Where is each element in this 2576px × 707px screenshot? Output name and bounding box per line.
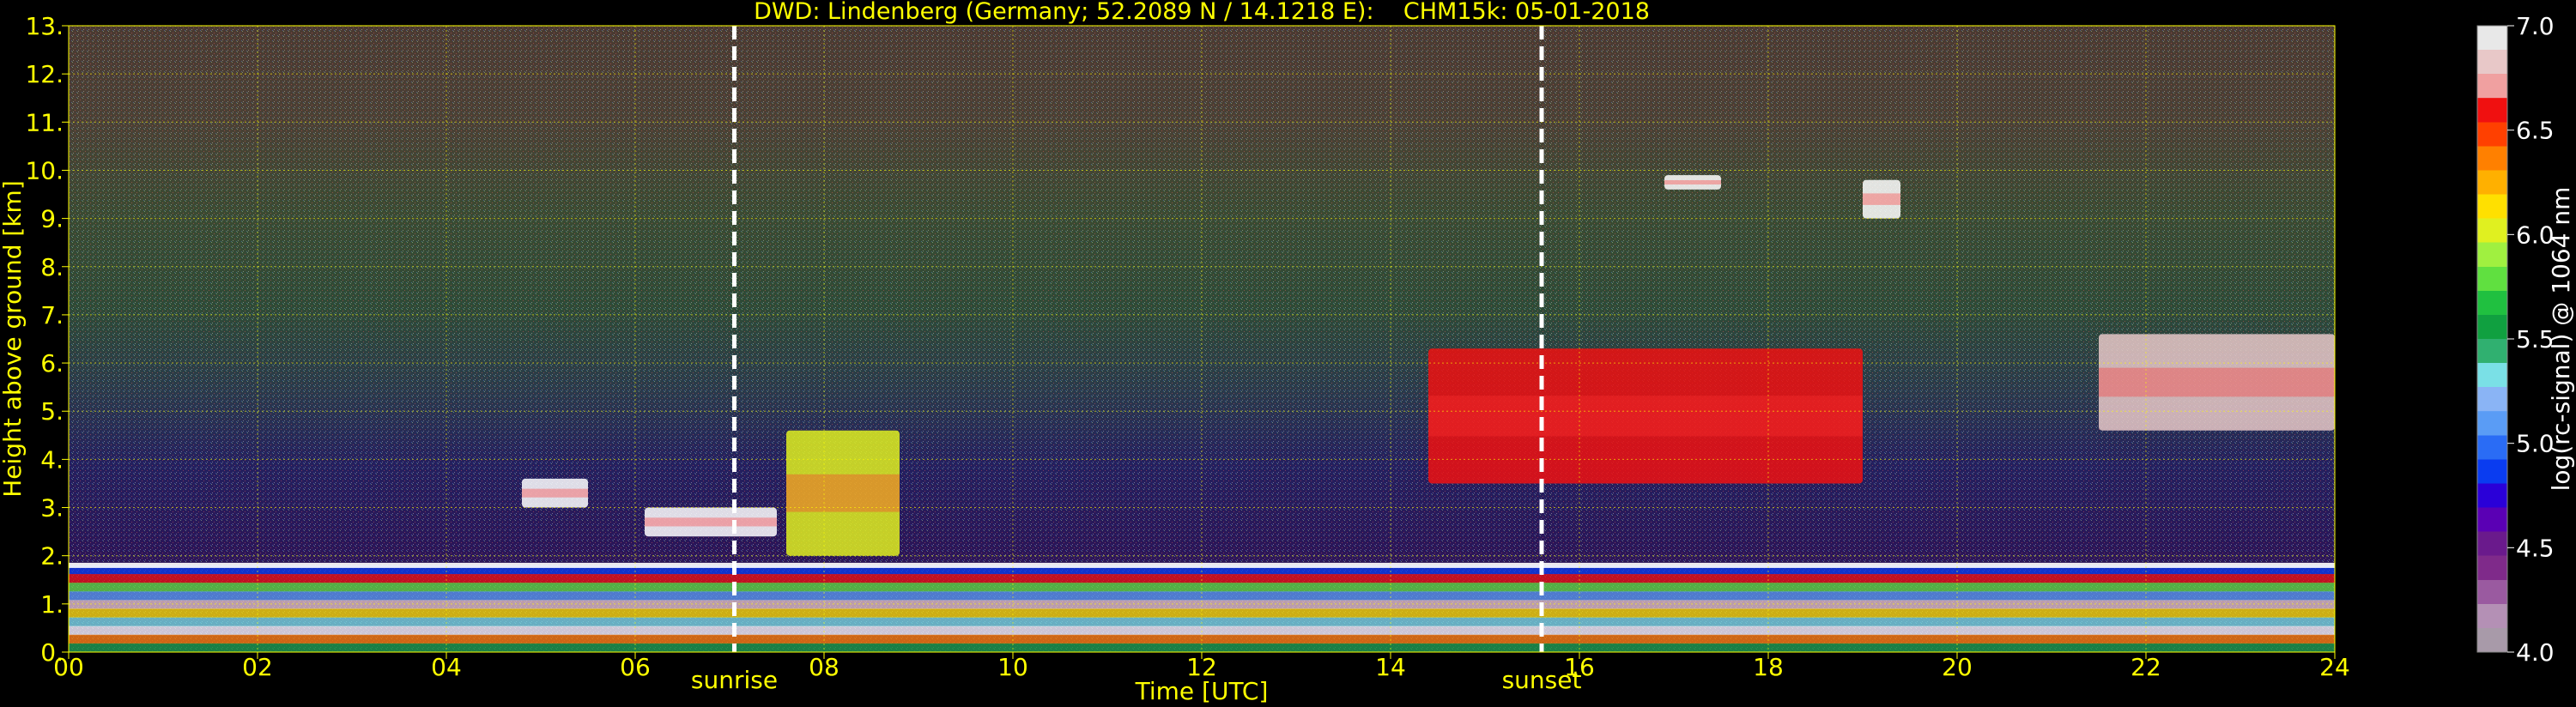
x-tick-label: 18 bbox=[1753, 653, 1784, 681]
colorbar-gradient bbox=[2477, 26, 2507, 652]
cloud-core bbox=[2099, 367, 2335, 397]
y-tick-label: 1. bbox=[40, 590, 64, 619]
x-tick-label: 20 bbox=[1942, 653, 1973, 681]
cloud-core bbox=[1428, 396, 1863, 437]
y-axis-label: Height above ground [km] bbox=[0, 180, 27, 498]
cloud-core bbox=[786, 474, 900, 512]
y-tick-label: 9. bbox=[40, 205, 64, 233]
x-tick-label: 10 bbox=[997, 653, 1028, 681]
y-tick-label: 4. bbox=[40, 445, 64, 474]
colorbar-tick-label: 7.0 bbox=[2516, 12, 2555, 40]
x-tick-label: 08 bbox=[809, 653, 839, 681]
y-axis-ticks: 0. 1. 2. 3. 4. 5. 6. 7. 8. 9. 10. 11. 12. 13. bbox=[25, 12, 69, 667]
y-tick-label: 5. bbox=[40, 397, 64, 426]
x-axis-label: Time [UTC] bbox=[1135, 677, 1269, 705]
x-tick-label: 14 bbox=[1375, 653, 1406, 681]
y-tick-label: 0. bbox=[40, 638, 64, 667]
y-tick-label: 11. bbox=[25, 108, 64, 136]
y-tick-label: 12. bbox=[25, 60, 64, 88]
plot-area bbox=[69, 26, 2335, 652]
chart-title: DWD: Lindenberg (Germany; 52.2089 N / 14… bbox=[754, 0, 1650, 25]
cloud-core bbox=[1664, 179, 1721, 185]
x-tick-label: 02 bbox=[242, 653, 273, 681]
y-tick-label: 13. bbox=[25, 12, 64, 40]
cloud-core bbox=[522, 488, 588, 498]
colorbar-tick-label: 6.5 bbox=[2516, 117, 2555, 145]
colorbar-tick-label: 4.0 bbox=[2516, 638, 2555, 667]
y-tick-label: 8. bbox=[40, 253, 64, 281]
y-tick-label: 3. bbox=[40, 494, 64, 523]
event-label-sunset: sunset bbox=[1502, 666, 1582, 694]
y-tick-label: 10. bbox=[25, 156, 64, 184]
y-tick-label: 2. bbox=[40, 542, 64, 571]
colorbar: 4.04.55.05.56.06.57.0 log(rc-signal) @ 1… bbox=[2476, 12, 2575, 667]
cloud-core bbox=[645, 517, 777, 527]
x-tick-label: 22 bbox=[2131, 653, 2161, 681]
event-label-sunrise: sunrise bbox=[691, 666, 778, 694]
x-tick-label: 06 bbox=[620, 653, 651, 681]
x-tick-label: 04 bbox=[431, 653, 462, 681]
ceilometer-figure: DWD: Lindenberg (Germany; 52.2089 N / 14… bbox=[0, 0, 2575, 705]
colorbar-tick-label: 4.5 bbox=[2516, 534, 2555, 562]
x-tick-label: 24 bbox=[2319, 653, 2350, 681]
y-tick-label: 6. bbox=[40, 349, 64, 378]
cloud-core bbox=[1863, 193, 1900, 205]
colorbar-label: log(rc-signal) @ 1064 nm bbox=[2547, 187, 2575, 492]
y-tick-label: 7. bbox=[40, 301, 64, 329]
